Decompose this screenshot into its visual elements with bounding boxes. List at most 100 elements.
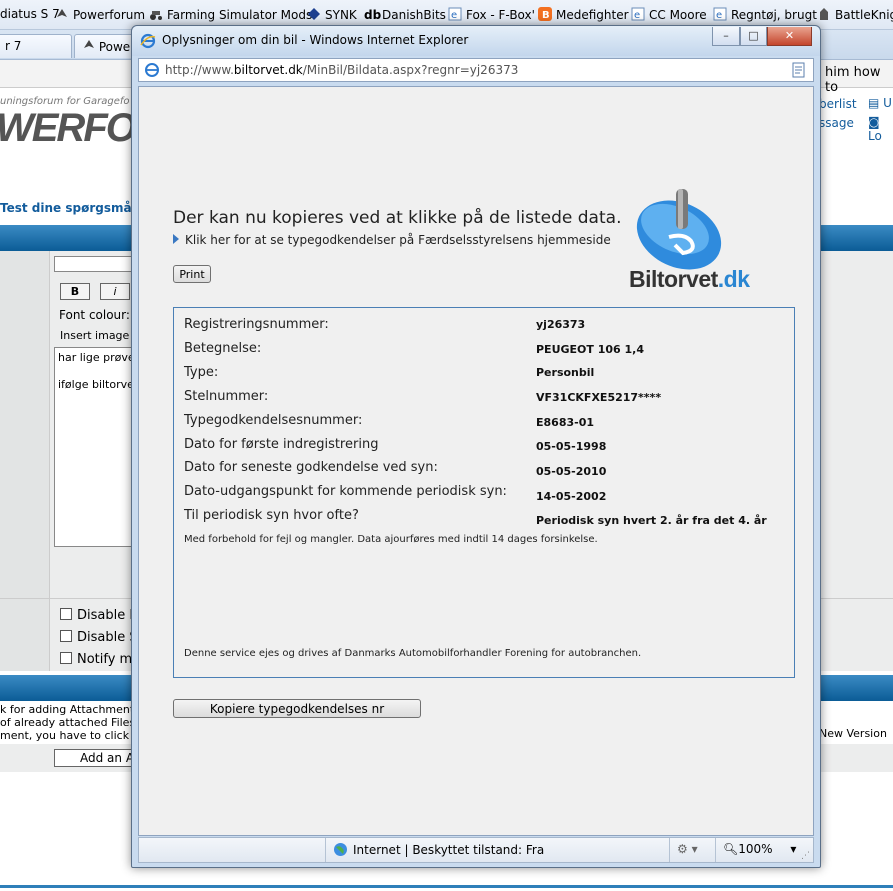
page-report-icon[interactable] xyxy=(791,62,807,81)
row-value[interactable]: PEUGEOT 106 1,4 xyxy=(536,343,644,356)
popup-title-bar[interactable]: Oplysninger om din bil - Windows Interne… xyxy=(132,26,820,56)
favorite-item[interactable]: e Fox - F-Box' xyxy=(448,7,535,23)
checkbox[interactable] xyxy=(60,608,72,620)
bold-button[interactable]: B xyxy=(60,283,90,300)
tractor-icon xyxy=(149,7,163,21)
forum-logo: WERFO xyxy=(0,106,137,150)
insert-image-label: Insert image xyxy=(60,329,130,342)
italic-button[interactable]: i xyxy=(100,283,130,300)
row-value[interactable]: 05-05-2010 xyxy=(536,465,606,478)
row-label: Dato for seneste godkendelse ved syn: xyxy=(184,460,438,475)
url-text[interactable]: http://www.biltorvet.dk/MinBil/Bildata.a… xyxy=(165,63,518,77)
row-label: Dato-udgangspunkt for kommende periodisk… xyxy=(184,484,507,499)
attachment-help-text: k for adding Attachment of already attac… xyxy=(0,703,136,742)
print-button[interactable]: Print xyxy=(173,265,211,283)
test-questions-link[interactable]: Test dine spørgsmål xyxy=(0,201,136,215)
favorite-item[interactable]: diatus S 7 xyxy=(0,7,60,23)
security-zone-text[interactable]: Internet | Beskyttet tilstand: Fra xyxy=(353,843,544,857)
blogger-icon: B xyxy=(538,7,552,21)
forum-icon xyxy=(55,7,69,21)
row-label: Dato for første indregistrering xyxy=(184,437,379,452)
favorite-item[interactable]: e Regntøj, brugt xyxy=(713,7,817,23)
font-colour-label: Font colour: xyxy=(59,308,130,322)
memberlist-link[interactable]: berlist xyxy=(819,97,857,111)
status-divider xyxy=(715,838,716,862)
row-label: Type: xyxy=(184,365,219,380)
address-bar[interactable]: http://www.biltorvet.dk/MinBil/Bildata.a… xyxy=(138,58,814,82)
footer-note: Denne service ejes og drives af Danmarks… xyxy=(184,648,642,659)
vehicle-data-box: Registreringsnummer: yj26373 Betegnelse:… xyxy=(173,307,795,678)
copy-typegodkendelse-button[interactable]: Kopiere typegodkendelses nr xyxy=(173,699,421,718)
login-icon: ◙ xyxy=(868,115,880,129)
globe-icon xyxy=(333,842,348,860)
disclaimer-text: Med forbehold for fejl og mangler. Data … xyxy=(184,534,598,545)
maximize-button[interactable]: □ xyxy=(740,27,767,46)
favorite-item[interactable]: B Medefighter xyxy=(538,7,629,23)
biltorvet-logo-text: Biltorvet.dk xyxy=(629,266,750,292)
notify-option[interactable]: Notify m xyxy=(60,652,132,667)
add-attachment-button[interactable]: Add an A xyxy=(54,749,134,767)
disable-html-option[interactable]: Disable H xyxy=(60,608,139,623)
favorite-item[interactable]: SYNK xyxy=(307,7,357,23)
row-value[interactable]: E8683-01 xyxy=(536,416,594,429)
disable-smilies-option[interactable]: Disable S xyxy=(60,630,138,645)
ie-popup-window: Oplysninger om din bil - Windows Interne… xyxy=(131,25,821,868)
favorite-item[interactable]: e CC Moore xyxy=(631,7,707,23)
zoom-control[interactable]: 🔍︎100% ▾ xyxy=(723,842,796,856)
row-label: Registreringsnummer: xyxy=(184,317,329,332)
usergroups-link[interactable]: ▤ U xyxy=(868,96,892,110)
ie-icon: e xyxy=(448,7,462,21)
form-label-column xyxy=(0,251,50,671)
row-value[interactable]: yj26373 xyxy=(536,318,585,331)
svg-text:e: e xyxy=(634,10,640,21)
favorite-item[interactable]: BattleKnight xyxy=(817,7,893,23)
checkbox[interactable] xyxy=(60,652,72,664)
row-label: Typegodkendelsesnummer: xyxy=(184,413,363,428)
status-divider xyxy=(325,838,326,862)
db-icon: db xyxy=(364,7,382,22)
resize-grip-icon[interactable]: ⋰ xyxy=(801,851,810,861)
bottom-bar xyxy=(0,885,893,888)
synk-icon xyxy=(307,7,321,21)
row-value[interactable]: Periodisk syn hvert 2. år fra det 4. år xyxy=(536,514,767,527)
knight-icon xyxy=(817,7,831,21)
arrow-right-icon xyxy=(173,234,179,244)
row-value[interactable]: 14-05-2002 xyxy=(536,490,606,503)
list-icon: ▤ xyxy=(868,96,880,110)
zoom-icon: 🔍︎ xyxy=(723,842,739,856)
subject-input[interactable] xyxy=(54,256,134,272)
svg-text:e: e xyxy=(451,10,457,21)
forum-icon xyxy=(83,40,99,54)
favorite-item[interactable]: Powerforum xyxy=(55,7,145,23)
browser-tab[interactable]: Powerf xyxy=(74,34,134,58)
popup-title: Oplysninger om din bil - Windows Interne… xyxy=(162,33,469,47)
status-divider xyxy=(669,838,670,862)
bg-search-text: him how to xyxy=(825,65,881,95)
close-button[interactable]: ✕ xyxy=(767,27,812,46)
svg-text:db: db xyxy=(364,8,382,21)
page-icon xyxy=(144,62,160,81)
row-value[interactable]: VF31CKFXE5217**** xyxy=(536,391,661,404)
login-link[interactable]: ◙ Lo xyxy=(868,115,893,143)
minimize-button[interactable]: – xyxy=(712,27,740,46)
message-link[interactable]: ssage xyxy=(819,116,854,130)
typegodkendelse-link[interactable]: Klik her for at se typegodkendelser på F… xyxy=(173,233,611,247)
svg-text:e: e xyxy=(716,10,722,21)
ie-icon: e xyxy=(713,7,727,21)
row-label: Stelnummer: xyxy=(184,389,269,404)
row-value[interactable]: Personbil xyxy=(536,366,594,379)
favorite-item[interactable]: Farming Simulator Mods xyxy=(149,7,312,23)
favorite-item[interactable]: db DanishBits xyxy=(364,7,446,23)
row-value[interactable]: 05-05-1998 xyxy=(536,440,606,453)
svg-text:B: B xyxy=(542,10,550,21)
popup-blocker-icon[interactable]: ⚙ ▾ xyxy=(677,842,698,856)
row-label: Betegnelse: xyxy=(184,341,262,356)
status-bar: Internet | Beskyttet tilstand: Fra ⚙ ▾ 🔍… xyxy=(138,837,814,863)
ie-logo-icon xyxy=(140,33,156,52)
row-label: Til periodisk syn hvor ofte? xyxy=(184,508,359,523)
chevron-down-icon: ▾ xyxy=(790,842,797,856)
browser-tab[interactable]: r 7 xyxy=(0,34,72,58)
page-heading: Der kan nu kopieres ved at klikke på de … xyxy=(173,208,622,228)
post-textarea[interactable]: har lige prøve ifølge biltorve xyxy=(54,347,134,547)
checkbox[interactable] xyxy=(60,630,72,642)
